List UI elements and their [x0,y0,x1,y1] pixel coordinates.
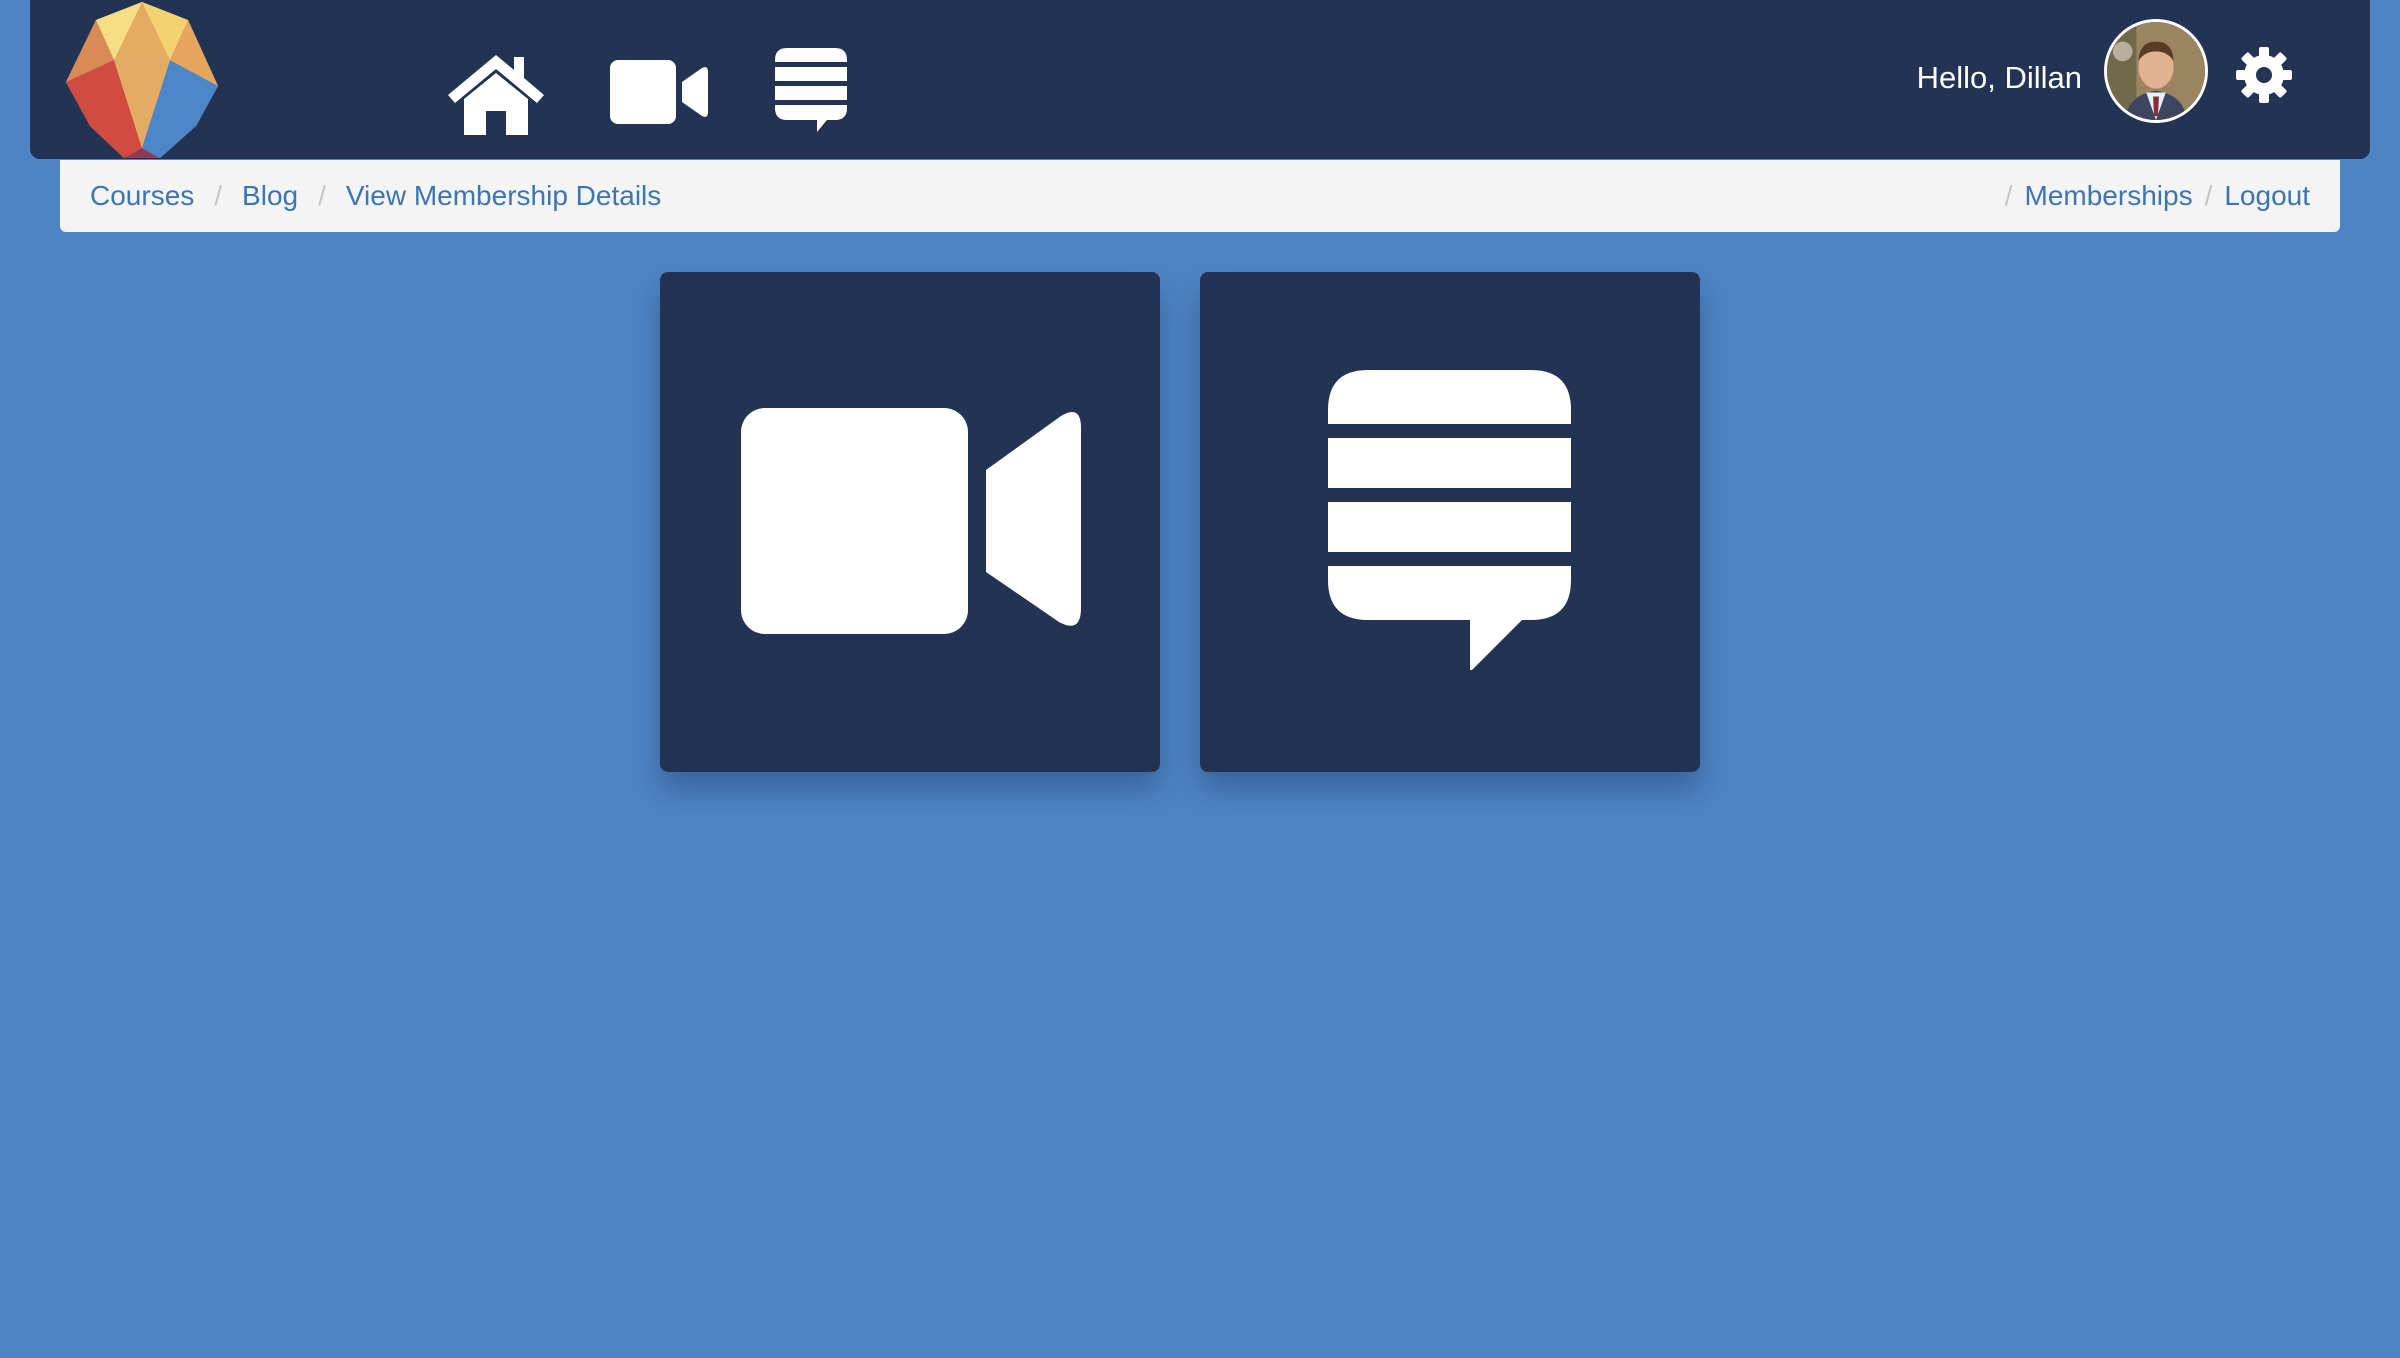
logout-link[interactable]: Logout [2224,180,2310,212]
chat-tile[interactable] [1200,272,1700,772]
breadcrumb-blog-link[interactable]: Blog [242,180,298,212]
user-avatar[interactable] [2104,19,2208,123]
chat-lines-icon [1328,370,1571,670]
breadcrumb-right: / Memberships / Logout [1993,160,2310,232]
memberships-link[interactable]: Memberships [2025,180,2193,212]
gem-logo-icon[interactable] [62,0,222,158]
gear-icon[interactable] [2234,45,2294,105]
breadcrumb-separator: / [2004,180,2013,211]
breadcrumb-separator: / [214,180,223,211]
breadcrumb-separator: / [318,180,326,211]
breadcrumb: Courses / Blog / View Membership Details… [60,160,2340,232]
user-greeting: Hello, Dillan [1916,60,2082,95]
chat-lines-icon[interactable] [775,48,847,136]
video-tile[interactable] [660,272,1160,772]
video-camera-icon[interactable] [610,60,708,124]
video-camera-icon [741,408,1081,634]
home-icon[interactable] [446,51,546,135]
breadcrumb-left: Courses / Blog / View Membership Details [90,160,661,232]
breadcrumb-separator: / [2204,180,2213,211]
breadcrumb-membership-details-link[interactable]: View Membership Details [346,180,661,212]
avatar-photo-icon [2107,22,2205,120]
top-navigation-bar: Hello, Dillan [30,0,2370,159]
breadcrumb-courses-link[interactable]: Courses [90,180,194,212]
